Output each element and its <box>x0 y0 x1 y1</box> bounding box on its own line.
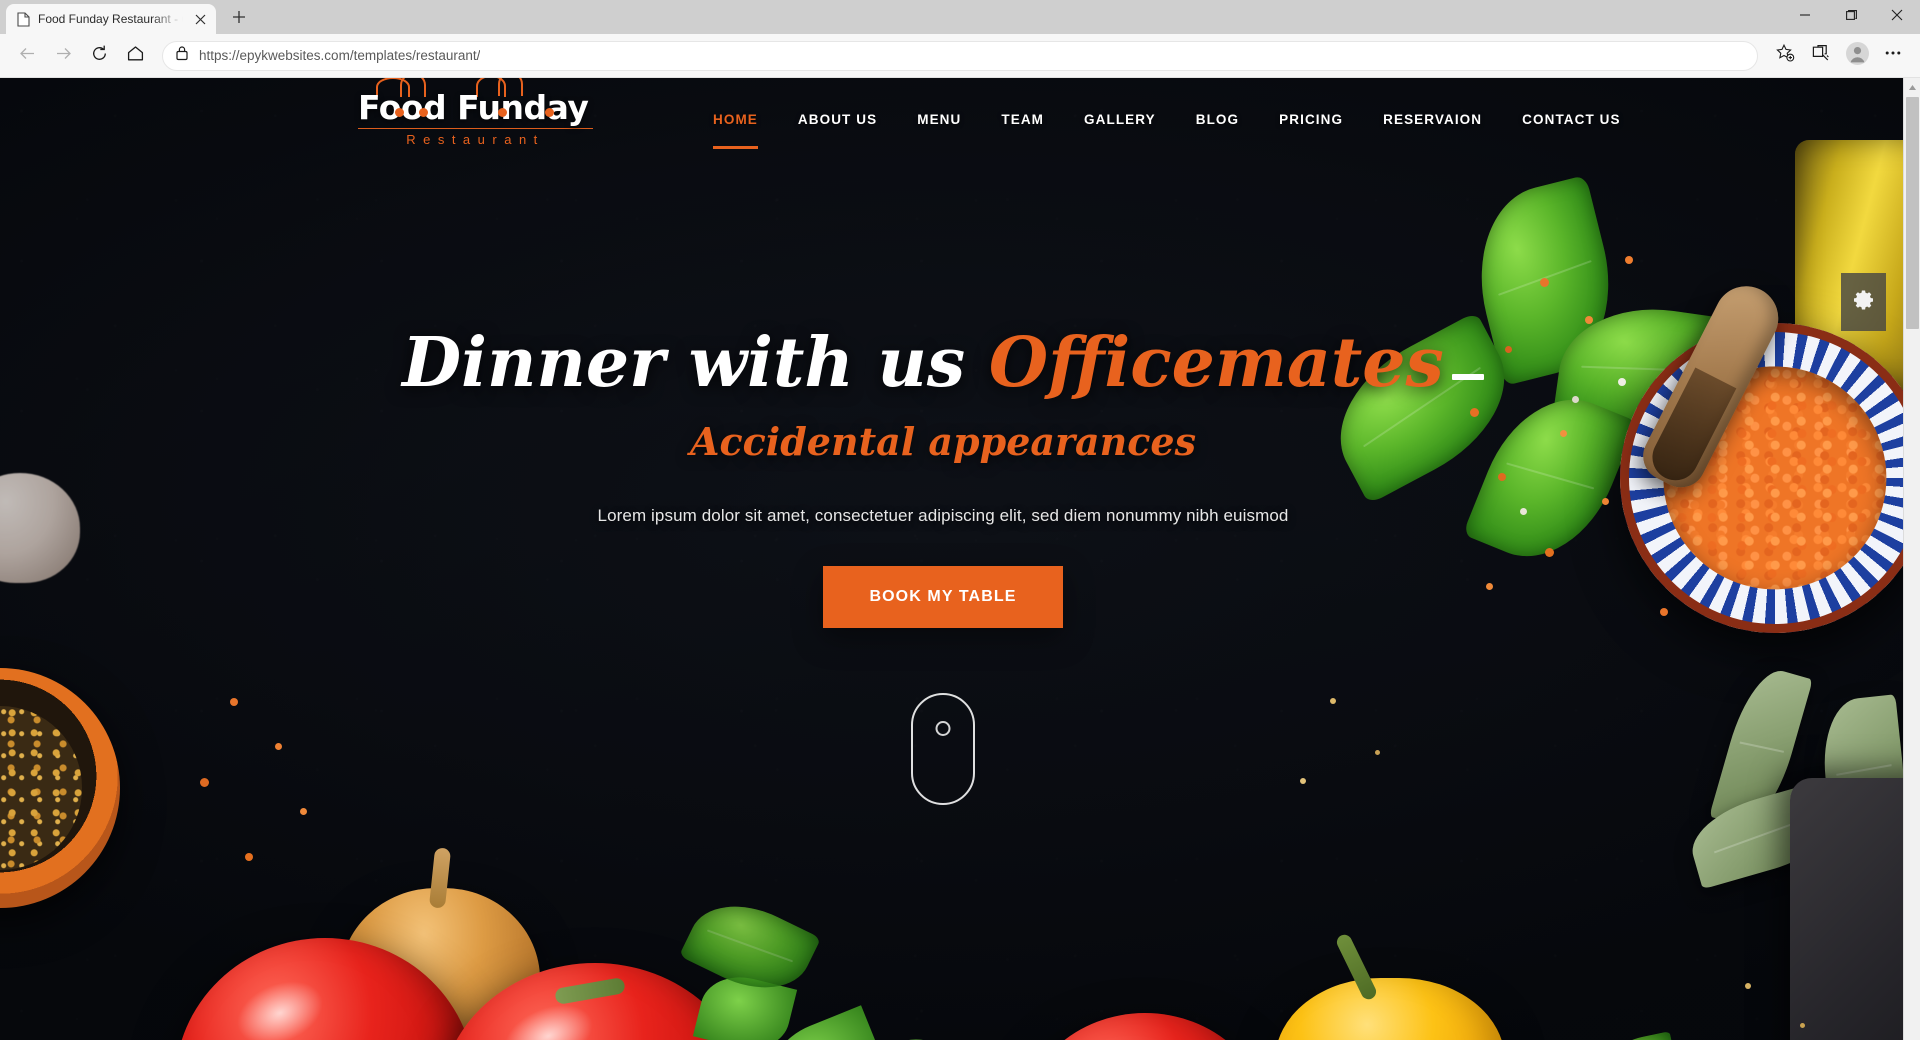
nav-item-gallery[interactable]: GALLERY <box>1084 106 1156 133</box>
browser-window: Food Funday Restaurant - One p <box>0 0 1920 1040</box>
theme-settings-button[interactable] <box>1841 273 1886 331</box>
address-bar[interactable]: https://epykwebsites.com/templates/resta… <box>162 40 1758 71</box>
nav-item-contact-us[interactable]: CONTACT US <box>1522 106 1621 133</box>
settings-and-more-button[interactable] <box>1876 39 1910 73</box>
collections-icon <box>1811 43 1831 68</box>
back-button[interactable] <box>10 39 44 73</box>
browser-toolbar: https://epykwebsites.com/templates/resta… <box>0 34 1920 78</box>
arrow-right-icon <box>54 44 73 68</box>
page-viewport: Food Funday Restaurant HOME ABOUT US MEN… <box>0 78 1920 1040</box>
plus-icon <box>232 10 246 29</box>
minimize-icon <box>1799 8 1811 26</box>
favorites-button[interactable] <box>1768 39 1802 73</box>
main-navigation: HOME ABOUT US MENU TEAM GALLERY BLOG PRI… <box>693 106 1641 149</box>
home-button[interactable] <box>118 39 152 73</box>
new-tab-button[interactable] <box>224 4 254 34</box>
browser-tab[interactable]: Food Funday Restaurant - One p <box>6 4 216 34</box>
minimize-button[interactable] <box>1782 0 1828 34</box>
logo-dot-icon <box>419 107 428 117</box>
reload-icon <box>90 44 109 68</box>
site-logo-subtitle: Restaurant <box>406 132 545 148</box>
browser-tab-title: Food Funday Restaurant - One p <box>38 12 183 26</box>
maximize-button[interactable] <box>1828 0 1874 34</box>
nav-item-team[interactable]: TEAM <box>1001 106 1044 133</box>
hero-subheading: Accidental appearances <box>690 419 1196 465</box>
typing-caret-icon <box>1451 374 1484 380</box>
nav-item-reservaion[interactable]: RESERVAION <box>1383 106 1482 133</box>
window-controls <box>1782 0 1920 34</box>
caret-up-icon <box>1908 78 1917 96</box>
page-scrollbar[interactable] <box>1903 78 1920 1040</box>
maximize-icon <box>1845 8 1857 26</box>
profile-button[interactable] <box>1840 39 1874 73</box>
page-icon <box>16 11 31 27</box>
nav-item-home[interactable]: HOME <box>713 106 758 149</box>
nav-item-blog[interactable]: BLOG <box>1196 106 1239 133</box>
logo-divider <box>358 127 593 130</box>
nav-item-about-us[interactable]: ABOUT US <box>798 106 877 133</box>
site-logo-title: Food Funday <box>358 87 589 127</box>
hero-paragraph: Lorem ipsum dolor sit amet, consectetuer… <box>597 506 1289 526</box>
home-icon <box>126 44 145 68</box>
logo-dot-icon <box>498 107 507 117</box>
close-icon[interactable] <box>190 9 210 29</box>
close-icon <box>1891 8 1903 26</box>
url-text: https://epykwebsites.com/templates/resta… <box>199 48 481 63</box>
reload-button[interactable] <box>82 39 116 73</box>
scrollbar-up-button[interactable] <box>1904 78 1920 95</box>
nav-item-menu[interactable]: MENU <box>917 106 961 133</box>
hero-content: Dinner with us Officemates Accidental ap… <box>0 327 1886 806</box>
site-logo[interactable]: Food Funday Restaurant <box>358 78 593 148</box>
browser-tab-strip: Food Funday Restaurant - One p <box>0 0 1920 34</box>
profile-avatar-icon <box>1845 41 1869 70</box>
ellipsis-icon <box>1884 44 1902 67</box>
lock-icon <box>175 45 189 66</box>
hero-heading-typed: Officemates <box>988 323 1444 403</box>
book-my-table-button[interactable]: BOOK MY TABLE <box>823 566 1063 629</box>
window-close-button[interactable] <box>1874 0 1920 34</box>
logo-dot-icon <box>545 107 554 117</box>
gear-icon <box>1852 288 1876 317</box>
logo-dot-icon <box>395 107 404 117</box>
nav-item-pricing[interactable]: PRICING <box>1279 106 1343 133</box>
scrollbar-thumb[interactable] <box>1906 97 1919 329</box>
site-header: Food Funday Restaurant HOME ABOUT US MEN… <box>0 78 1886 160</box>
star-add-icon <box>1775 43 1795 68</box>
collections-button[interactable] <box>1804 39 1838 73</box>
forward-button[interactable] <box>46 39 80 73</box>
hero-section: Food Funday Restaurant HOME ABOUT US MEN… <box>0 78 1920 1040</box>
arrow-left-icon <box>18 44 37 68</box>
mouse-scroll-icon[interactable] <box>911 693 975 806</box>
hero-heading-static: Dinner with us <box>402 323 989 403</box>
hero-heading: Dinner with us Officemates <box>0 327 1886 399</box>
